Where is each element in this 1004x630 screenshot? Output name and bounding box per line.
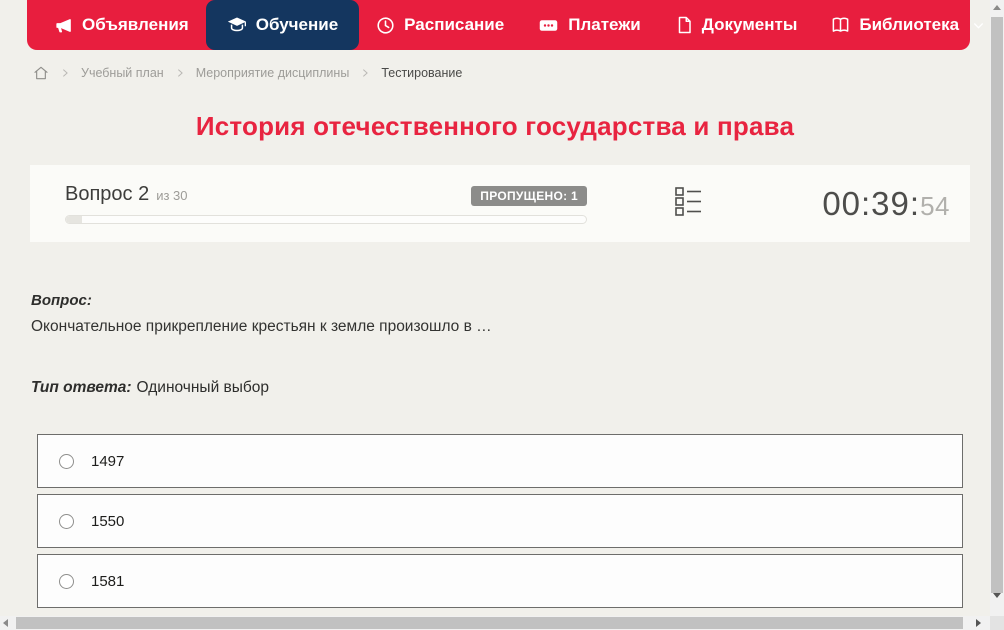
scroll-left-arrow-icon[interactable] [3, 619, 8, 627]
progress-bar [65, 215, 587, 224]
question-number: Вопрос 2 [65, 183, 150, 205]
nav-item-label: Объявления [82, 15, 189, 34]
graduation-cap-icon [227, 15, 247, 35]
question-status-panel: Вопрос 2 из 30 ПРОПУЩЕНО: 1 00:39:54 [30, 165, 970, 242]
question-list-icon[interactable] [675, 186, 702, 221]
breadcrumb-item-testing: Тестирование [381, 66, 463, 80]
question-block: Вопрос: Окончательное прикрепление крест… [31, 292, 961, 397]
answer-option-label: 1497 [91, 452, 125, 470]
progress-fill [66, 216, 82, 223]
nav-item-documents[interactable]: Документы [658, 0, 815, 50]
megaphone-icon [54, 16, 73, 35]
timer: 00:39:54 [702, 185, 950, 223]
question-text: Окончательное прикрепление крестьян к зе… [31, 318, 492, 335]
nav-item-label: Обучение [255, 15, 339, 34]
horizontal-scrollbar[interactable] [0, 616, 990, 630]
chevron-right-icon [175, 68, 185, 78]
nav-item-library[interactable]: Библиотека [814, 0, 990, 50]
chevron-right-icon [360, 68, 370, 78]
scroll-down-arrow-icon[interactable] [993, 593, 1001, 598]
nav-item-label: Платежи [568, 15, 641, 34]
document-icon [675, 16, 693, 34]
clock-icon [376, 16, 395, 35]
nav-item-label: Расписание [404, 15, 505, 34]
answer-option-3[interactable]: 1581 [37, 554, 963, 608]
nav-item-payments[interactable]: Платежи [521, 0, 658, 50]
nav-item-education[interactable]: Обучение [205, 0, 360, 50]
scrollbar-corner [990, 616, 1004, 630]
chevron-down-icon [972, 19, 985, 32]
nav-item-label: Документы [701, 15, 798, 34]
page-content: Объявления Обучение Расписание Платежи Д [0, 0, 990, 616]
vertical-scrollbar[interactable] [990, 0, 1004, 616]
answer-option-label: 1550 [91, 512, 125, 530]
answer-option-label: 1581 [91, 572, 125, 590]
chevron-right-icon [60, 68, 70, 78]
timer-seconds: 54 [920, 190, 950, 221]
radio-icon[interactable] [59, 453, 74, 469]
answer-type-row: Тип ответа: Одиночный выбор [31, 379, 961, 397]
scroll-right-arrow-icon[interactable] [976, 619, 981, 627]
nav-item-label: Библиотека [859, 15, 960, 34]
timer-colon: : [909, 184, 921, 222]
radio-icon[interactable] [59, 573, 74, 589]
nav-item-announcements[interactable]: Объявления [37, 0, 206, 50]
answer-option-2[interactable]: 1550 [37, 494, 963, 548]
answer-options: 1497 1550 1581 [37, 434, 963, 608]
breadcrumb-item-study-plan[interactable]: Учебный план [81, 66, 164, 80]
breadcrumb: Учебный план Мероприятие дисциплины Тест… [33, 65, 990, 81]
book-icon [831, 16, 850, 35]
question-label: Вопрос: [31, 292, 92, 309]
page-title: История отечественного государства и пра… [195, 111, 795, 141]
payments-icon [538, 15, 559, 36]
home-icon[interactable] [33, 65, 49, 81]
nav-item-schedule[interactable]: Расписание [359, 0, 521, 50]
timer-hhmm: 00:39 [822, 184, 910, 222]
answer-type-value: Одиночный выбор [136, 379, 270, 396]
horizontal-scrollbar-thumb[interactable] [16, 617, 963, 629]
top-navbar: Объявления Обучение Расписание Платежи Д [27, 0, 984, 50]
vertical-scrollbar-thumb[interactable] [991, 17, 1003, 593]
question-progress-block: Вопрос 2 из 30 ПРОПУЩЕНО: 1 [65, 183, 587, 224]
breadcrumb-item-discipline-event[interactable]: Мероприятие дисциплины [196, 66, 350, 80]
radio-icon[interactable] [59, 513, 74, 529]
answer-type-label: Тип ответа: [31, 379, 132, 396]
skipped-badge: ПРОПУЩЕНО: 1 [471, 186, 587, 206]
scroll-up-arrow-icon[interactable] [993, 5, 1001, 10]
answer-option-1[interactable]: 1497 [37, 434, 963, 488]
question-count: из 30 [156, 188, 188, 203]
